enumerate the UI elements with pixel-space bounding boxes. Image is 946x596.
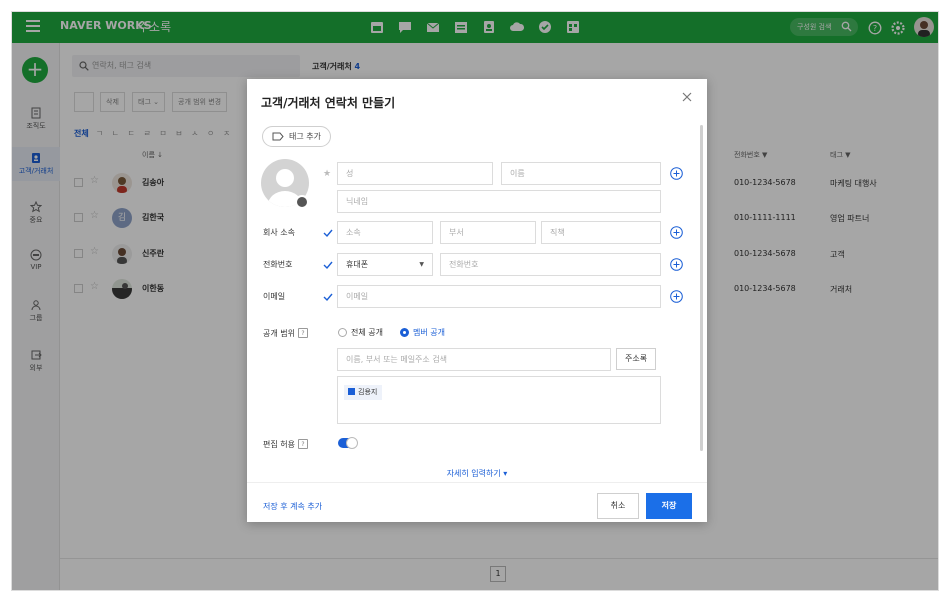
toggle-knob: [346, 437, 358, 449]
email-label: 이메일: [263, 292, 286, 301]
member-search-input[interactable]: 이름, 부서 또는 메일주소 검색: [337, 348, 611, 371]
caret-down-icon: ▼: [419, 261, 424, 268]
nickname-input[interactable]: 닉네임: [337, 190, 661, 213]
check-icon: [323, 293, 333, 302]
close-icon[interactable]: [681, 91, 693, 103]
scope-label-text: 공개 범위: [263, 329, 295, 338]
scope-label: 공개 범위?: [263, 328, 308, 339]
scope-all-label[interactable]: 전체 공개: [351, 327, 383, 338]
phone-type-value: 휴대폰: [346, 260, 369, 269]
add-tag-label: 태그 추가: [289, 132, 321, 141]
add-field-plus-icon[interactable]: [670, 290, 683, 303]
member-chip-name: 김용지: [358, 388, 378, 396]
member-chip[interactable]: 김용지: [344, 385, 383, 400]
scope-member-label[interactable]: 멤버 공개: [413, 327, 445, 338]
member-icon: [348, 388, 355, 395]
required-star-icon: ★: [323, 169, 332, 179]
edit-allow-label: 편집 허용?: [263, 439, 308, 450]
help-icon[interactable]: ?: [297, 328, 308, 338]
phone-label: 전화번호: [263, 260, 293, 269]
address-book-button[interactable]: 주소록: [616, 348, 657, 370]
help-icon[interactable]: ?: [297, 439, 308, 449]
add-field-plus-icon[interactable]: [670, 258, 683, 271]
tag-icon: [272, 132, 284, 141]
camera-icon[interactable]: [295, 195, 309, 209]
add-tag-button[interactable]: 태그 추가: [262, 126, 331, 147]
add-field-plus-icon[interactable]: [670, 167, 683, 180]
save-and-continue-link[interactable]: 저장 후 계속 추가: [263, 501, 322, 512]
check-icon: [323, 261, 333, 270]
scope-member-radio[interactable]: [400, 328, 409, 337]
create-contact-dialog: 고객/거래처 연락처 만들기 태그 추가 ★ 성 이름 닉네임 회사 소속 소속…: [247, 79, 707, 522]
dialog-title: 고객/거래처 연락처 만들기: [261, 96, 396, 110]
first-name-input[interactable]: 이름: [501, 162, 661, 185]
email-input[interactable]: 이메일: [337, 285, 661, 308]
edit-allow-toggle[interactable]: [338, 437, 358, 449]
more-details-link[interactable]: 자세히 입력하기 ▾: [247, 468, 707, 479]
divider: [247, 482, 707, 483]
app-window: NAVER WORKS 주소록 구성원 검색 ? + 조직도 고객/거래처 중요…: [11, 11, 939, 591]
member-list-box: 김용지: [337, 376, 661, 424]
phone-input[interactable]: 전화번호: [440, 253, 661, 276]
last-name-input[interactable]: 성: [337, 162, 493, 185]
scrollbar[interactable]: [700, 125, 703, 451]
company-label: 회사 소속: [263, 228, 295, 237]
add-field-plus-icon[interactable]: [670, 226, 683, 239]
position-input[interactable]: 직책: [541, 221, 661, 244]
scope-all-radio[interactable]: [338, 328, 347, 337]
company-input[interactable]: 소속: [337, 221, 433, 244]
phone-type-select[interactable]: 휴대폰 ▼: [337, 253, 433, 276]
edit-allow-label-text: 편집 허용: [263, 440, 295, 449]
department-input[interactable]: 부서: [440, 221, 536, 244]
cancel-button[interactable]: 취소: [597, 493, 639, 519]
save-button[interactable]: 저장: [646, 493, 692, 519]
check-icon: [323, 229, 333, 238]
